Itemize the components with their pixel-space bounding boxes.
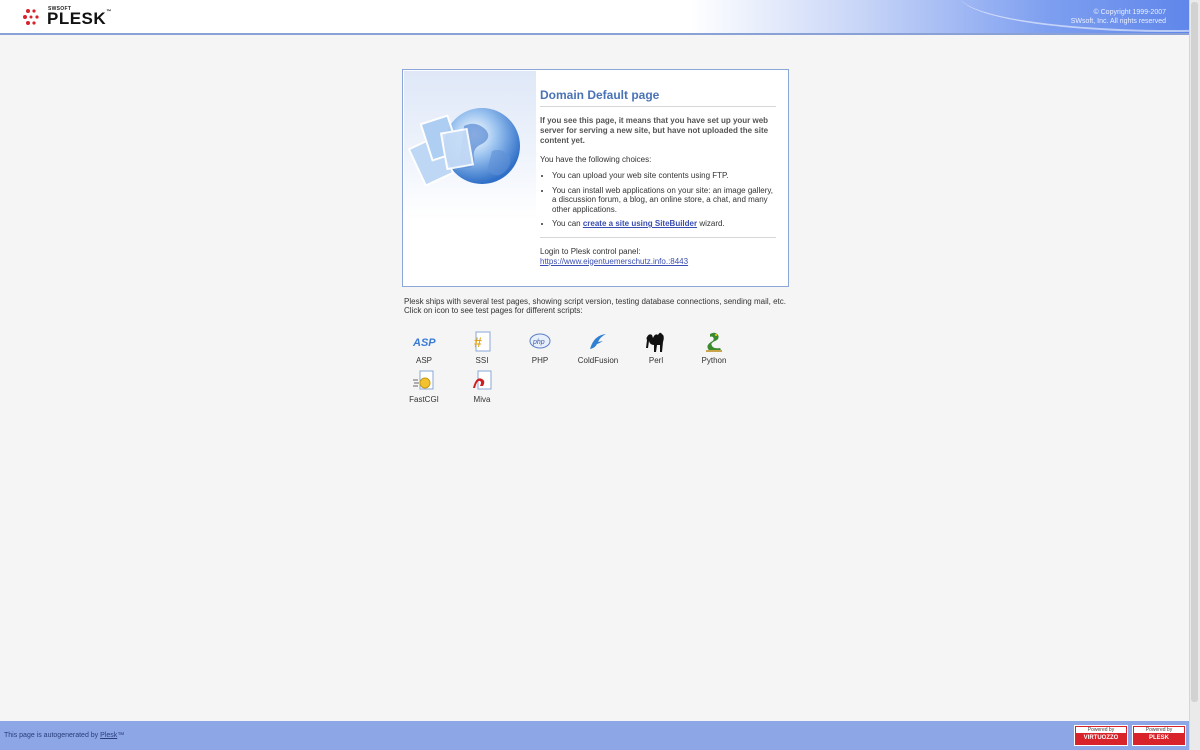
choice-sitebuilder: You can create a site using SiteBuilder … <box>552 219 776 229</box>
plesk-logo: SWSOFT PLESK™ <box>22 6 112 30</box>
script-label: FastCGI <box>409 395 439 404</box>
scrollbar-thumb[interactable] <box>1191 2 1198 702</box>
sitebuilder-link[interactable]: create a site using SiteBuilder <box>583 219 697 228</box>
powered-by-plesk-badge[interactable]: Powered by PLESK <box>1132 725 1186 746</box>
login-label: Login to Plesk control panel: <box>540 246 641 256</box>
page-title: Domain Default page <box>540 88 776 107</box>
header-bar: SWSOFT PLESK™ © Copyright 1999-2007 SWso… <box>0 0 1190 35</box>
php-icon: php <box>529 333 551 349</box>
login-section: Login to Plesk control panel: https://ww… <box>540 247 776 267</box>
fastcgi-icon <box>413 370 434 390</box>
divider <box>540 236 776 238</box>
script-python[interactable]: Python <box>689 331 739 365</box>
footer-text: This page is autogenerated by Plesk™ <box>4 732 125 739</box>
vertical-scrollbar[interactable] <box>1189 0 1200 750</box>
script-asp[interactable]: ASP ASP <box>399 331 449 365</box>
default-page-content: Domain Default page If you see this page… <box>540 88 776 267</box>
test-pages-note: Plesk ships with several test pages, sho… <box>404 297 786 315</box>
svg-text:#: # <box>474 334 482 350</box>
script-label: Miva <box>473 395 491 404</box>
choices-list: You can upload your web site contents us… <box>540 171 776 229</box>
choice-web-apps: You can install web applications on your… <box>552 186 776 215</box>
footer-bar: This page is autogenerated by Plesk™ Pow… <box>0 721 1190 750</box>
script-label: ASP <box>415 356 432 365</box>
script-label: SSI <box>475 356 489 365</box>
default-page-box: Domain Default page If you see this page… <box>402 69 789 287</box>
ssi-icon: # <box>474 331 491 352</box>
svg-text:php: php <box>532 339 545 346</box>
powered-by-virtuozzo-badge[interactable]: Powered by VIRTUOZZO <box>1074 725 1128 746</box>
intro-text: If you see this page, it means that you … <box>540 116 769 145</box>
script-label: PHP <box>531 356 549 365</box>
script-label: Python <box>701 356 727 365</box>
asp-icon: ASP <box>412 337 436 349</box>
logo-plesk-text: PLESK™ <box>47 9 112 28</box>
miva-icon <box>473 370 492 390</box>
script-php[interactable]: php PHP <box>515 331 565 365</box>
perl-camel-icon <box>646 332 664 352</box>
script-miva[interactable]: Miva <box>457 370 507 404</box>
globe-pages-icon <box>407 108 520 187</box>
choices-label: You have the following choices: <box>540 155 652 164</box>
choice-ftp: You can upload your web site contents us… <box>552 171 776 181</box>
script-perl[interactable]: Perl <box>631 331 681 365</box>
control-panel-link[interactable]: https://www.eigentuemerschutz.info.:8443 <box>540 257 688 266</box>
script-label: ColdFusion <box>577 356 619 365</box>
script-ssi[interactable]: # SSI <box>457 331 507 365</box>
coldfusion-icon <box>590 334 606 349</box>
plesk-dots-logo-icon <box>23 9 39 25</box>
copyright-notice: © Copyright 1999-2007 SWsoft, Inc. All r… <box>1070 9 1166 25</box>
globe-illustration <box>404 71 536 219</box>
script-fastcgi[interactable]: FastCGI <box>399 370 449 404</box>
svg-text:ASP: ASP <box>412 337 436 349</box>
script-coldfusion[interactable]: ColdFusion <box>573 331 623 365</box>
plesk-footer-link[interactable]: Plesk <box>100 732 117 739</box>
python-snake-icon <box>706 332 722 352</box>
script-label: Perl <box>648 356 664 365</box>
